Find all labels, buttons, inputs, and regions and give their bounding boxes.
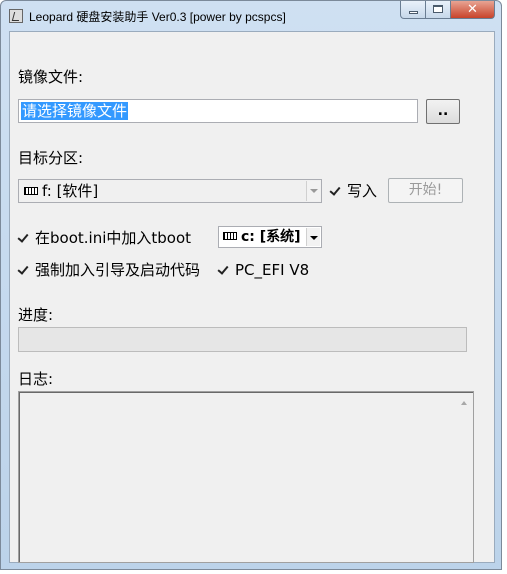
minimize-button[interactable]: [400, 1, 426, 19]
tboot-checkbox[interactable]: 在boot.ini中加入tboot: [18, 228, 191, 248]
write-check-icon: [330, 185, 342, 197]
tboot-drive-select[interactable]: c: [系统]: [218, 226, 322, 248]
log-label: 日志:: [18, 370, 54, 388]
window-controls: ✕: [400, 1, 495, 21]
start-button[interactable]: 开始!: [388, 178, 463, 203]
tboot-drive-content: c: [系统]: [223, 228, 301, 246]
write-checkbox-label: 写入: [347, 182, 378, 200]
image-file-label: 镜像文件:: [18, 68, 84, 86]
drive-icon: [24, 186, 38, 195]
pc-efi-checkbox[interactable]: PC_EFI V8: [218, 260, 309, 280]
pc-efi-checkbox-label: PC_EFI V8: [235, 261, 310, 279]
title-bar[interactable]: Leopard 硬盘安装助手 Ver0.3 [power by pcspcs] …: [1, 1, 501, 31]
drive-icon: [223, 232, 237, 240]
app-icon[interactable]: [9, 9, 23, 23]
close-button[interactable]: ✕: [451, 1, 495, 19]
force-boot-checkbox-label: 强制加入引导及启动代码: [35, 261, 201, 279]
target-partition-label: 目标分区:: [18, 149, 84, 167]
progress-label: 进度:: [18, 306, 54, 324]
log-scrollbar[interactable]: [457, 393, 472, 561]
tboot-drive-value: c: [系统]: [241, 229, 301, 245]
partition-select-value: f: [软件]: [42, 182, 99, 200]
maximize-button[interactable]: [426, 1, 451, 19]
force-boot-check-icon: [18, 264, 30, 276]
partition-select-content: f: [软件]: [24, 182, 98, 200]
chevron-down-icon[interactable]: [306, 181, 320, 201]
write-checkbox[interactable]: 写入: [330, 181, 377, 201]
browse-button[interactable]: ..: [426, 99, 460, 124]
image-file-value: 请选择镜像文件: [21, 102, 129, 120]
log-textarea[interactable]: [18, 391, 474, 563]
progress-bar: [18, 327, 467, 352]
tboot-check-icon: [18, 232, 30, 244]
force-boot-checkbox[interactable]: 强制加入引导及启动代码: [18, 260, 200, 280]
tboot-checkbox-label: 在boot.ini中加入tboot: [35, 229, 192, 247]
pc-efi-check-icon: [218, 264, 230, 276]
chevron-down-icon[interactable]: [306, 228, 320, 246]
client-area: 镜像文件: 请选择镜像文件 .. 目标分区: f: [软件] 写入 开始! 在b…: [9, 31, 495, 563]
window-title: Leopard 硬盘安装助手 Ver0.3 [power by pcspcs]: [29, 10, 286, 24]
close-icon: ✕: [467, 2, 478, 17]
app-window: Leopard 硬盘安装助手 Ver0.3 [power by pcspcs] …: [0, 0, 502, 570]
image-file-input[interactable]: 请选择镜像文件: [18, 99, 418, 123]
partition-select[interactable]: f: [软件]: [18, 179, 322, 203]
